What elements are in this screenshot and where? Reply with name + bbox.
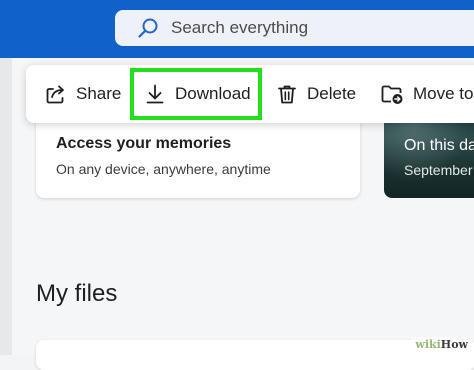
move-to-label: Move to (413, 84, 474, 103)
photo-card-subtitle: September (404, 162, 473, 178)
share-label: Share (76, 84, 122, 103)
delete-button[interactable]: Delete (276, 65, 356, 123)
my-files-heading: My files (36, 280, 118, 307)
search-input[interactable]: Search everything (171, 18, 308, 38)
download-label: Download (175, 84, 251, 103)
share-button[interactable]: Share (45, 65, 121, 123)
move-to-button[interactable]: Move to (380, 65, 473, 123)
files-card (36, 340, 474, 370)
download-button[interactable]: Download (130, 68, 262, 120)
wikihow-watermark: wikiHow (411, 337, 472, 353)
trash-icon (276, 83, 298, 105)
delete-label: Delete (307, 84, 357, 103)
share-icon (45, 83, 67, 105)
access-card-title: Access your memories (56, 135, 232, 152)
search-box[interactable]: Search everything (115, 10, 474, 46)
left-rail (0, 58, 12, 355)
command-bar: Share Download Delete Move to (26, 65, 474, 123)
download-icon (144, 83, 166, 105)
search-icon (137, 17, 159, 39)
photo-card-title: On this day (404, 137, 474, 154)
access-card-subtitle: On any device, anywhere, anytime (56, 161, 271, 177)
folder-move-icon (380, 83, 404, 105)
